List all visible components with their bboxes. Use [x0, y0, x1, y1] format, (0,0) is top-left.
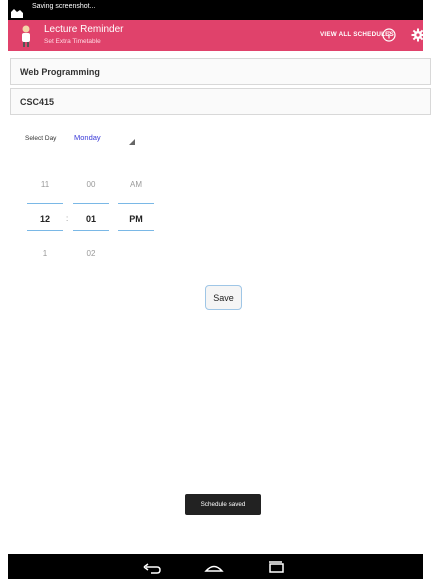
ampm-current: PM — [129, 214, 143, 224]
minute-current: 01 — [85, 214, 96, 224]
recents-icon[interactable] — [266, 559, 286, 575]
day-select-value: Monday — [74, 133, 101, 142]
select-day-label: Select Day — [25, 135, 57, 142]
picker-divider — [73, 203, 109, 204]
minute-next[interactable]: 02 — [73, 249, 109, 258]
save-button[interactable]: Save — [205, 285, 242, 310]
schedule-saved-toast: Schedule saved — [185, 494, 261, 515]
picker-divider — [73, 230, 109, 231]
ampm-picker[interactable]: AM PM — [118, 180, 154, 260]
minute-prev[interactable]: 00 — [73, 180, 109, 189]
picker-divider — [118, 230, 154, 231]
app-bar: Lecture Reminder Set Extra Timetable VIE… — [8, 20, 425, 51]
status-bar: Saving screenshot... — [8, 0, 423, 20]
picker-divider — [27, 230, 63, 231]
picker-divider — [118, 203, 154, 204]
status-text: Saving screenshot... — [32, 3, 96, 10]
app-title: Lecture Reminder — [44, 24, 124, 35]
time-separator: : — [66, 214, 69, 223]
dropdown-corner-icon — [129, 139, 135, 145]
hour-picker[interactable]: 11 12 1 — [27, 180, 63, 260]
day-select[interactable]: Monday — [74, 130, 140, 146]
hour-next[interactable]: 1 — [27, 249, 63, 258]
minute-picker[interactable]: 00 01 02 — [73, 180, 109, 260]
picker-divider — [27, 203, 63, 204]
info-icon[interactable] — [382, 28, 396, 42]
app-logo-icon — [22, 25, 30, 47]
screenshot-icon — [11, 9, 23, 18]
hour-prev[interactable]: 11 — [27, 180, 63, 189]
navigation-bar — [8, 554, 423, 579]
ampm-prev[interactable]: AM — [118, 180, 154, 189]
hour-current: 12 — [39, 214, 50, 224]
home-icon[interactable] — [204, 559, 224, 575]
app-subtitle: Set Extra Timetable — [44, 38, 101, 45]
gear-icon[interactable] — [411, 28, 425, 42]
course-name-field[interactable]: Web Programming — [10, 58, 431, 85]
course-code-field[interactable]: CSC415 — [10, 88, 431, 115]
back-icon[interactable] — [142, 559, 162, 575]
